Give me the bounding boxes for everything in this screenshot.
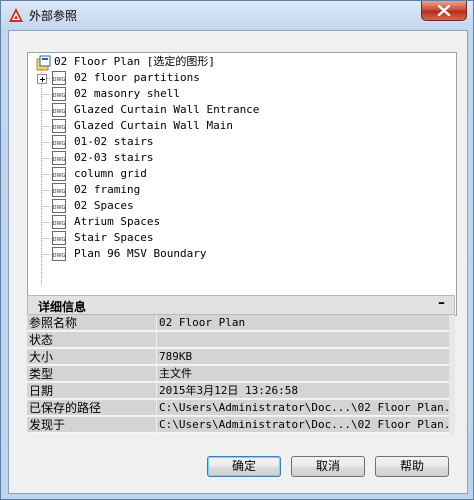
grid-edge: [449, 315, 455, 332]
svg-text:DWG: DWG: [53, 173, 66, 179]
autocad-icon: [9, 8, 23, 22]
tree-item-label: 02 Spaces: [74, 199, 134, 212]
dwg-file-icon: DWG: [52, 151, 66, 165]
tree-item-label: Stair Spaces: [74, 231, 154, 244]
detail-row: 参照名称 02 Floor Plan: [27, 315, 455, 332]
tree-item-label: 01-02 stairs: [74, 135, 154, 148]
detail-row: 类型 主文件: [27, 366, 455, 383]
detail-row: 已保存的路径 C:\Users\Administrator\Doc...\02 …: [27, 400, 455, 417]
detail-label: 状态: [27, 332, 156, 348]
detail-value[interactable]: [157, 332, 449, 348]
detail-label: 类型: [27, 366, 156, 382]
detail-label: 大小: [27, 349, 156, 365]
tree-item-label: 02 floor partitions: [74, 71, 200, 84]
tree-item-label: Plan 96 MSV Boundary: [74, 247, 207, 260]
detail-label: 参照名称: [27, 315, 156, 331]
grid-edge: [449, 417, 455, 434]
svg-text:DWG: DWG: [53, 109, 66, 115]
detail-row: 发现于 C:\Users\Administrator\Doc...\02 Flo…: [27, 417, 455, 434]
svg-text:DWG: DWG: [53, 157, 66, 163]
dwg-file-icon: DWG: [52, 215, 66, 229]
dialog-body: 02 Floor Plan [选定的图形] DWG 02 floor parti…: [8, 30, 468, 494]
detail-value[interactable]: 主文件: [157, 366, 449, 382]
tree-root[interactable]: 02 Floor Plan [选定的图形]: [54, 54, 215, 70]
detail-value[interactable]: 789KB: [157, 349, 449, 365]
tree-item-label: 02-03 stairs: [74, 151, 154, 164]
detail-value[interactable]: 02 Floor Plan: [157, 315, 449, 331]
cancel-button[interactable]: 取消: [291, 456, 365, 477]
grid-edge: [449, 332, 455, 349]
dwg-file-icon: DWG: [52, 183, 66, 197]
dwg-file-icon: DWG: [52, 71, 66, 85]
dwg-file-icon: DWG: [52, 231, 66, 245]
dwg-file-icon: DWG: [52, 247, 66, 261]
window-title: 外部参照: [29, 9, 78, 23]
collapse-icon[interactable]: –: [438, 295, 445, 311]
svg-text:DWG: DWG: [53, 125, 66, 131]
grid-edge: [449, 400, 455, 417]
ok-button[interactable]: 确定: [207, 456, 281, 477]
detail-value[interactable]: C:\Users\Administrator\Doc...\02 Floor P…: [157, 417, 449, 433]
title-bar[interactable]: 外部参照: [1, 1, 473, 29]
tree-item-label: Atrium Spaces: [74, 215, 161, 228]
dwg-file-icon: DWG: [52, 119, 66, 133]
svg-text:DWG: DWG: [53, 253, 66, 259]
drawing-root-icon: [36, 55, 51, 71]
svg-text:DWG: DWG: [53, 205, 66, 211]
detail-row: 状态: [27, 332, 455, 349]
xref-tree[interactable]: 02 Floor Plan [选定的图形] DWG 02 floor parti…: [27, 52, 457, 316]
dwg-file-icon: DWG: [52, 87, 66, 101]
detail-value[interactable]: 2015年3月12日 13:26:58: [157, 383, 449, 399]
detail-row: 日期 2015年3月12日 13:26:58: [27, 383, 455, 400]
svg-text:DWG: DWG: [53, 189, 66, 195]
dwg-file-icon: DWG: [52, 135, 66, 149]
tree-item-label: 02 framing: [74, 183, 141, 196]
svg-text:DWG: DWG: [53, 141, 66, 147]
svg-text:DWG: DWG: [53, 221, 66, 227]
dwg-file-icon: DWG: [52, 103, 66, 117]
grid-edge: [449, 349, 455, 366]
help-button[interactable]: 帮助: [375, 456, 449, 477]
details-panel: 详细信息 – 参照名称 02 Floor Plan 状态 大小 789KB 类型…: [27, 295, 455, 435]
svg-text:DWG: DWG: [53, 93, 66, 99]
tree-item-label: 02 masonry shell: [74, 87, 180, 100]
dwg-file-icon: DWG: [52, 167, 66, 181]
details-header[interactable]: 详细信息 –: [27, 295, 455, 315]
detail-label: 发现于: [27, 417, 156, 433]
dwg-file-icon: DWG: [52, 199, 66, 213]
svg-text:DWG: DWG: [53, 237, 66, 243]
detail-value[interactable]: C:\Users\Administrator\Doc...\02 Floor P…: [157, 400, 449, 416]
tree-item-label: column grid: [74, 167, 147, 180]
grid-edge: [449, 366, 455, 383]
close-icon: [437, 5, 451, 16]
svg-text:DWG: DWG: [53, 77, 66, 83]
detail-row: 大小 789KB: [27, 349, 455, 366]
close-button[interactable]: [421, 1, 467, 21]
tree-item-label: Glazed Curtain Wall Main: [74, 119, 233, 132]
detail-label: 日期: [27, 383, 156, 399]
detail-label: 已保存的路径: [27, 400, 156, 416]
grid-edge: [449, 383, 455, 400]
tree-root-label: 02 Floor Plan [选定的图形]: [54, 55, 215, 68]
expand-plus-icon[interactable]: [37, 74, 47, 84]
details-title: 详细信息: [38, 300, 87, 314]
tree-item-label: Glazed Curtain Wall Entrance: [74, 103, 260, 116]
xref-dialog: 外部参照 02 Floor Plan [选定的图形] DWG 02 floor …: [0, 0, 474, 500]
